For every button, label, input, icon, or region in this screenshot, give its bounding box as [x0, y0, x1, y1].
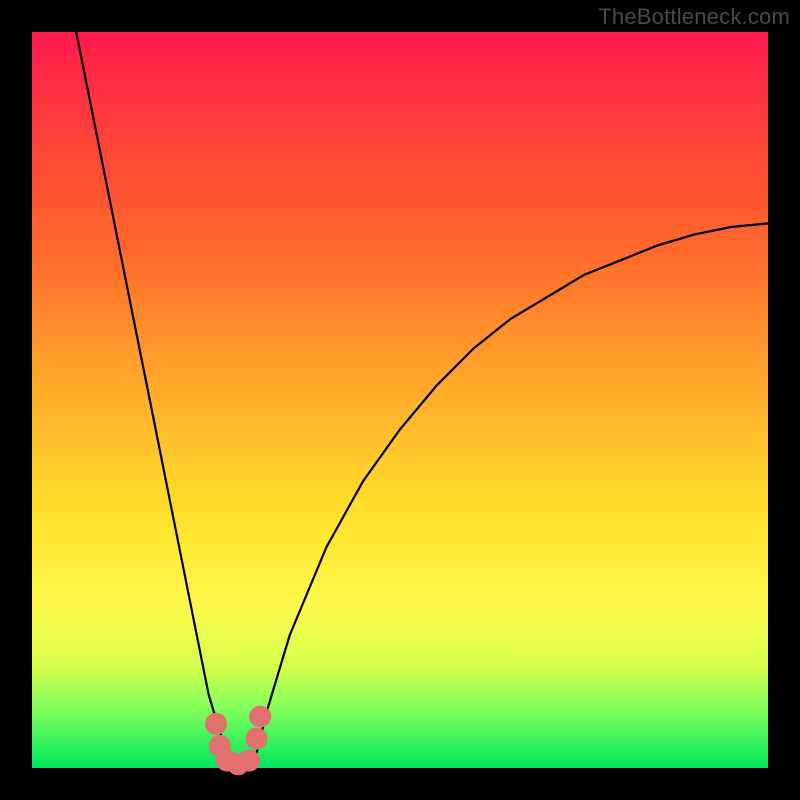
curve-left-branch: [76, 32, 231, 768]
marker-dot: [238, 750, 260, 772]
watermark-text: TheBottleneck.com: [598, 4, 790, 30]
marker-dot: [249, 706, 271, 728]
chart-plot-area: [32, 32, 768, 768]
marker-dot: [246, 728, 268, 750]
chart-frame: TheBottleneck.com: [0, 0, 800, 800]
chart-svg: [32, 32, 768, 768]
marker-dot: [205, 713, 227, 735]
curve-right-branch: [253, 223, 768, 768]
marker-cluster: [205, 706, 271, 776]
